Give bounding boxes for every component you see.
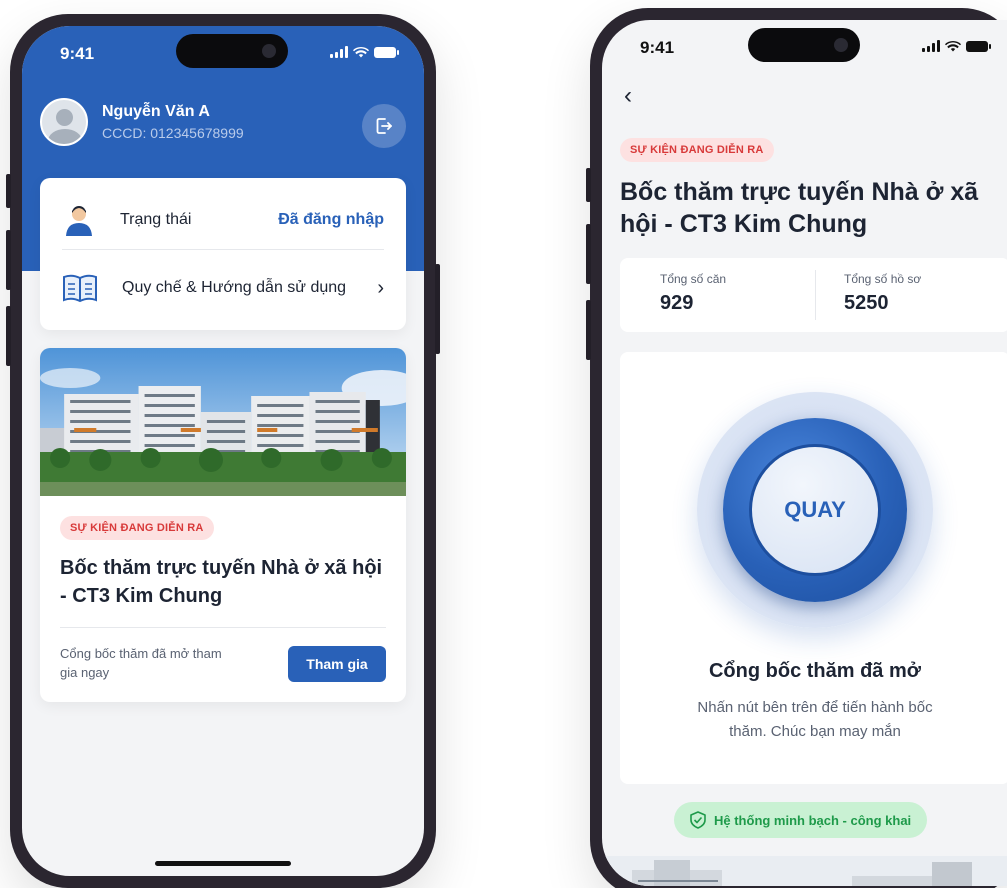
stats-card: Tổng số căn 929 Tổng số hồ sơ 5250 [620,258,1007,332]
transparency-label: Hệ thống minh bạch - công khai [714,812,912,828]
transparency-badge: Hệ thống minh bạch - công khai [674,802,928,838]
power-button [435,264,440,354]
signal-icon [330,46,348,58]
status-label: Trạng thái [120,210,192,228]
event-card[interactable]: SỰ KIỆN ĐANG DIỄN RA Bốc thăm trực tuyến… [40,348,406,702]
spin-ring: QUAY [723,418,907,602]
user-name: Nguyễn Văn A [102,103,210,120]
shield-check-icon [690,811,706,829]
logout-button[interactable] [362,104,406,148]
right-screen: 9:41 ‹ SỰ KIỆN ĐANG DIỄN RA Bốc thăm trự… [602,20,1007,886]
guide-row[interactable]: Quy chế & Hướng dẫn sử dụng › [62,258,384,318]
spin-card: QUAY Cổng bốc thăm đã mở Nhấn nút bên tr… [620,352,1007,784]
volume-down-button [586,300,591,360]
battery-icon [966,40,991,52]
left-phone-frame: 9:41 Nguyễn Văn A CCCD: 012345678999 Trạ… [6,14,440,888]
building-image [40,348,406,496]
home-indicator [155,861,291,866]
event-title: Bốc thăm trực tuyến Nhà ở xã hội - CT3 K… [60,557,383,607]
volume-up-button [6,230,11,290]
spin-title: Cổng bốc thăm đã mở [708,660,921,682]
login-status-row: Trạng thái Đã đăng nhập [62,190,384,250]
join-button[interactable]: Tham gia [288,646,386,682]
person-icon [66,205,92,236]
signal-icon [922,40,940,52]
status-value: Đã đăng nhập [278,210,384,228]
dynamic-island [176,34,288,68]
status-icons [330,46,399,58]
volume-down-button [6,306,11,366]
guide-label: Quy chế & Hướng dẫn sử dụng [122,279,347,296]
book-icon [63,274,97,303]
spin-button[interactable]: QUAY [749,444,881,576]
buildings-strip-image [602,856,1007,886]
event-description: Cổng bốc thăm đã mở tham gia ngay [60,646,222,680]
back-button[interactable]: ‹ [624,82,632,110]
action-button [586,168,591,202]
right-phone-frame: 9:41 ‹ SỰ KIỆN ĐANG DIỄN RA Bốc thăm trự… [586,8,1007,888]
left-screen: 9:41 Nguyễn Văn A CCCD: 012345678999 Trạ… [22,26,424,876]
spin-outer-ring: QUAY [697,392,933,628]
account-card: Trạng thái Đã đăng nhập Quy chế & Hướng … [40,178,406,330]
stat-units-value: 929 [660,292,694,314]
volume-up-button [586,224,591,284]
event-title: Bốc thăm trực tuyến Nhà ở xã hội - CT3 K… [620,178,979,238]
action-button [6,174,11,208]
stat-units: Tổng số căn 929 [660,272,726,315]
event-live-badge: SỰ KIỆN ĐANG DIỄN RA [60,516,214,540]
avatar[interactable] [40,98,88,146]
event-live-badge: SỰ KIỆN ĐANG DIỄN RA [620,138,774,162]
wifi-icon [353,46,369,58]
stat-applications-value: 5250 [844,292,889,314]
user-id: CCCD: 012345678999 [102,125,244,141]
chevron-right-icon: › [377,276,384,299]
status-time: 9:41 [60,44,95,63]
divider [815,270,816,320]
logout-icon [376,118,392,134]
spin-description: Nhấn nút bên trên để tiến hành bốc thăm.… [697,699,933,740]
stat-applications: Tổng số hồ sơ 5250 [844,272,921,315]
status-time: 9:41 [640,38,675,57]
status-icons [922,40,991,52]
wifi-icon [945,40,961,52]
stat-applications-label: Tổng số hồ sơ [844,272,922,286]
dynamic-island [748,28,860,62]
divider [60,627,386,628]
battery-icon [374,46,399,58]
user-info: Nguyễn Văn A CCCD: 012345678999 [40,98,244,146]
stat-units-label: Tổng số căn [660,272,727,286]
